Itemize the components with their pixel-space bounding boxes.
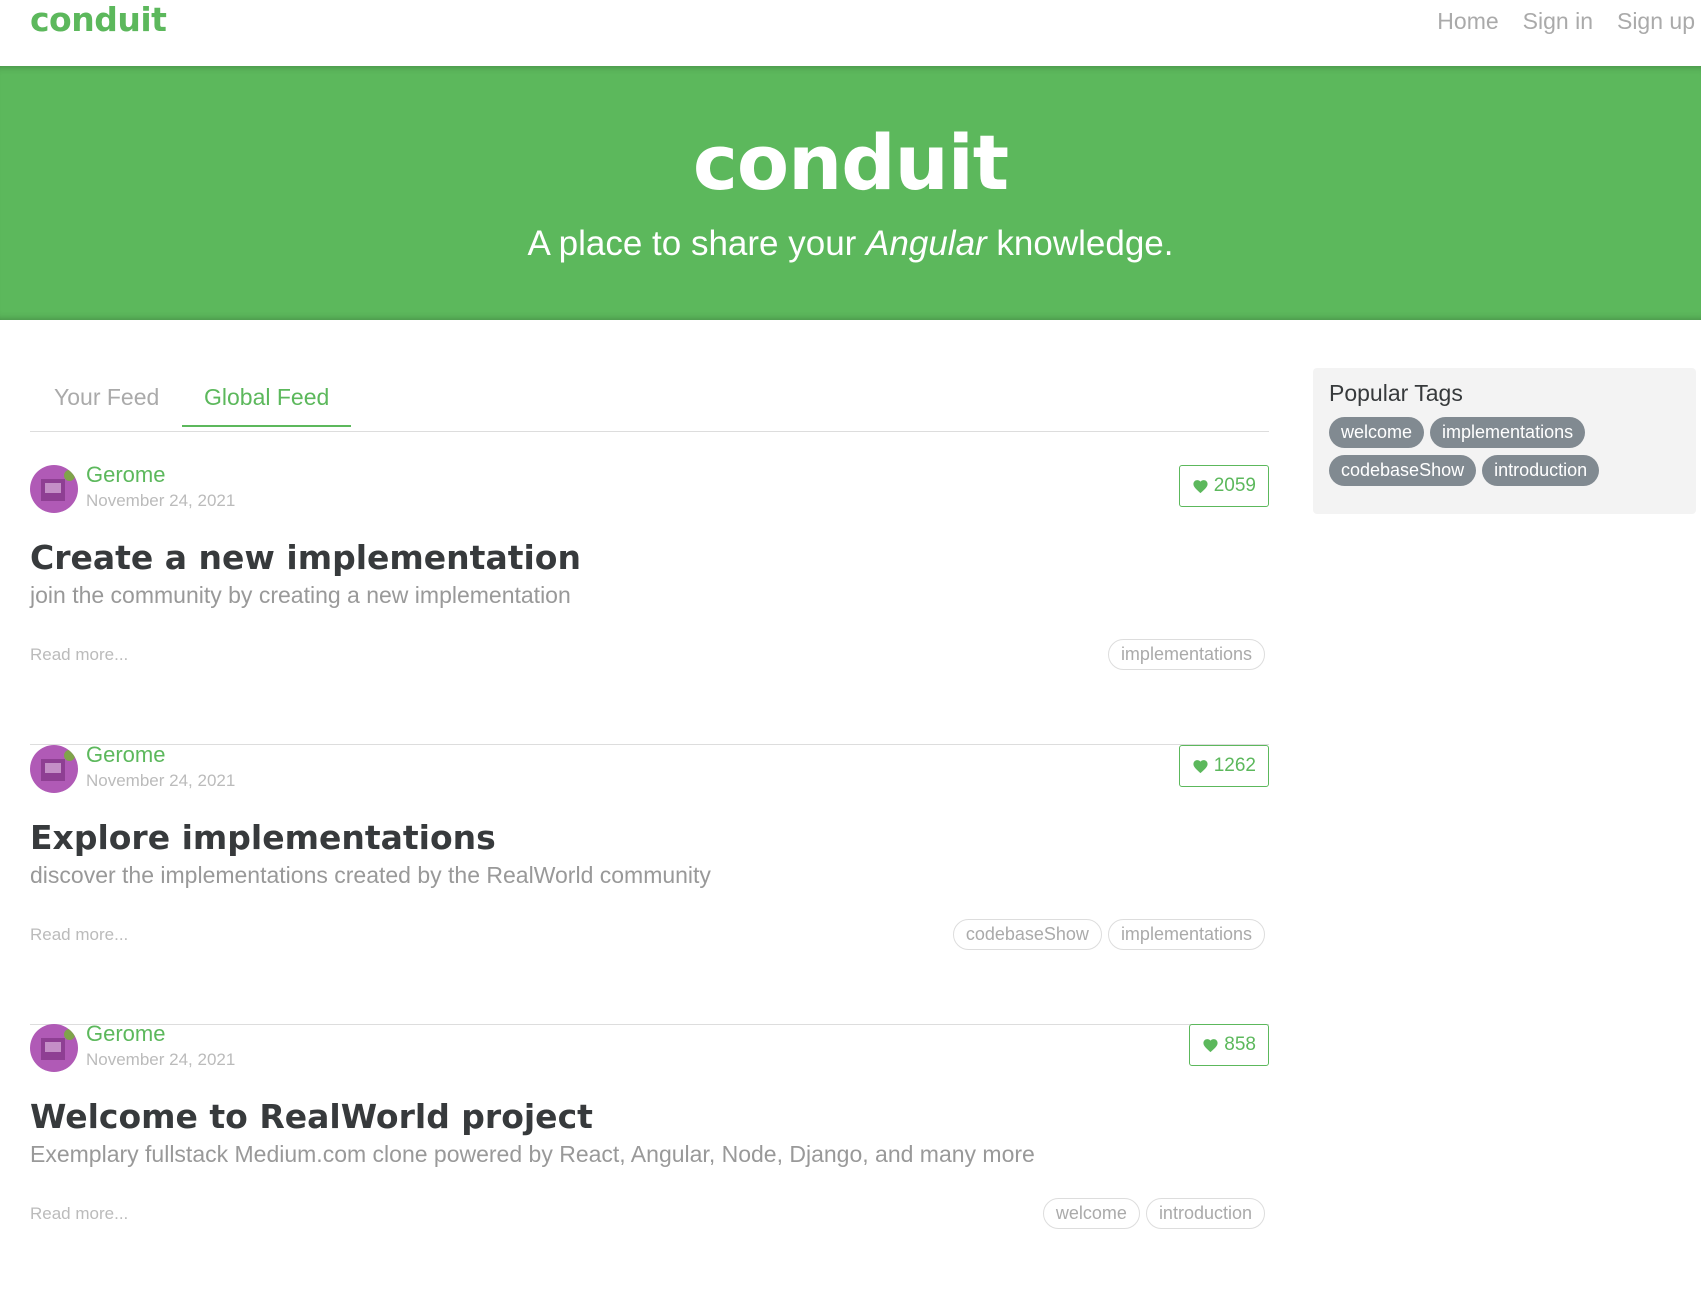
article-preview: Gerome November 24, 2021 1262 Explore im… [30,742,1269,1025]
nav-links: Home Sign in Sign up [1437,8,1695,35]
tag-pill-introduction[interactable]: introduction [1482,455,1600,486]
banner-subtitle-before: A place to share your [527,224,867,263]
banner-subtitle-framework: Angular [866,224,987,263]
banner-title: conduit [692,118,1009,207]
article-date: November 24, 2021 [86,1050,236,1069]
author-avatar[interactable] [30,1024,78,1072]
article-preview: Gerome November 24, 2021 858 Welcome to … [30,1021,1269,1304]
article-description: join the community by creating a new imp… [30,582,571,608]
brand-logo[interactable]: conduit [30,0,167,39]
article-date: November 24, 2021 [86,771,236,790]
author-name-link[interactable]: Gerome [86,1021,165,1047]
article-preview: Gerome November 24, 2021 2059 Create a n… [30,462,1269,745]
article-title[interactable]: Explore implementations [30,818,496,857]
article-description: discover the implementations created by … [30,862,711,888]
tab-global-feed[interactable]: Global Feed [182,384,352,427]
favorite-count: 2059 [1213,475,1256,496]
favorite-count: 1262 [1213,755,1256,776]
article-tag: codebaseShow [952,919,1102,950]
nav-sign-up-link[interactable]: Sign up [1617,8,1695,35]
sidebar-title: Popular Tags [1329,380,1463,406]
tag-pill-implementations[interactable]: implementations [1430,417,1586,448]
tag-pill-codebaseshow[interactable]: codebaseShow [1329,455,1477,486]
article-tag-list: implementations [1107,639,1265,670]
read-more-link[interactable]: Read more... [30,645,128,665]
top-navbar: conduit Home Sign in Sign up [0,0,1701,66]
favorite-button[interactable]: 1262 [1178,745,1269,787]
article-description: Exemplary fullstack Medium.com clone pow… [30,1141,1035,1167]
heart-icon [1203,1038,1218,1052]
banner-subtitle: A place to share your Angular knowledge. [0,224,1701,264]
read-more-link[interactable]: Read more... [30,925,128,945]
article-tag: introduction [1145,1198,1265,1229]
feed-toggle: Your Feed Global Feed [30,370,1269,432]
favorite-button[interactable]: 858 [1189,1024,1269,1066]
author-avatar[interactable] [30,745,78,793]
article-tag: welcome [1042,1198,1140,1229]
article-date: November 24, 2021 [86,491,236,510]
favorite-count: 858 [1224,1034,1256,1055]
nav-home-link[interactable]: Home [1437,8,1498,35]
banner-subtitle-after: knowledge. [986,224,1174,263]
article-title[interactable]: Welcome to RealWorld project [30,1097,593,1136]
tag-pill-welcome[interactable]: welcome [1329,417,1425,448]
author-name-link[interactable]: Gerome [86,462,165,488]
heart-icon [1193,759,1208,773]
popular-tags-sidebar: Popular Tags welcome implementations cod… [1313,368,1696,514]
article-tag: implementations [1107,639,1265,670]
nav-sign-in-link[interactable]: Sign in [1523,8,1593,35]
article-tag-list: welcome introduction [1042,1198,1265,1229]
favorite-button[interactable]: 2059 [1178,465,1269,507]
tab-your-feed[interactable]: Your Feed [54,384,159,425]
heart-icon [1193,479,1208,493]
author-name-link[interactable]: Gerome [86,742,165,768]
article-tag-list: codebaseShow implementations [952,919,1265,950]
author-avatar[interactable] [30,465,78,513]
article-title[interactable]: Create a new implementation [30,538,581,577]
article-tag: implementations [1107,919,1265,950]
hero-banner: conduit A place to share your Angular kn… [0,66,1701,320]
read-more-link[interactable]: Read more... [30,1204,128,1224]
tag-pill-list: welcome implementations codebaseShow int… [1329,417,1680,486]
